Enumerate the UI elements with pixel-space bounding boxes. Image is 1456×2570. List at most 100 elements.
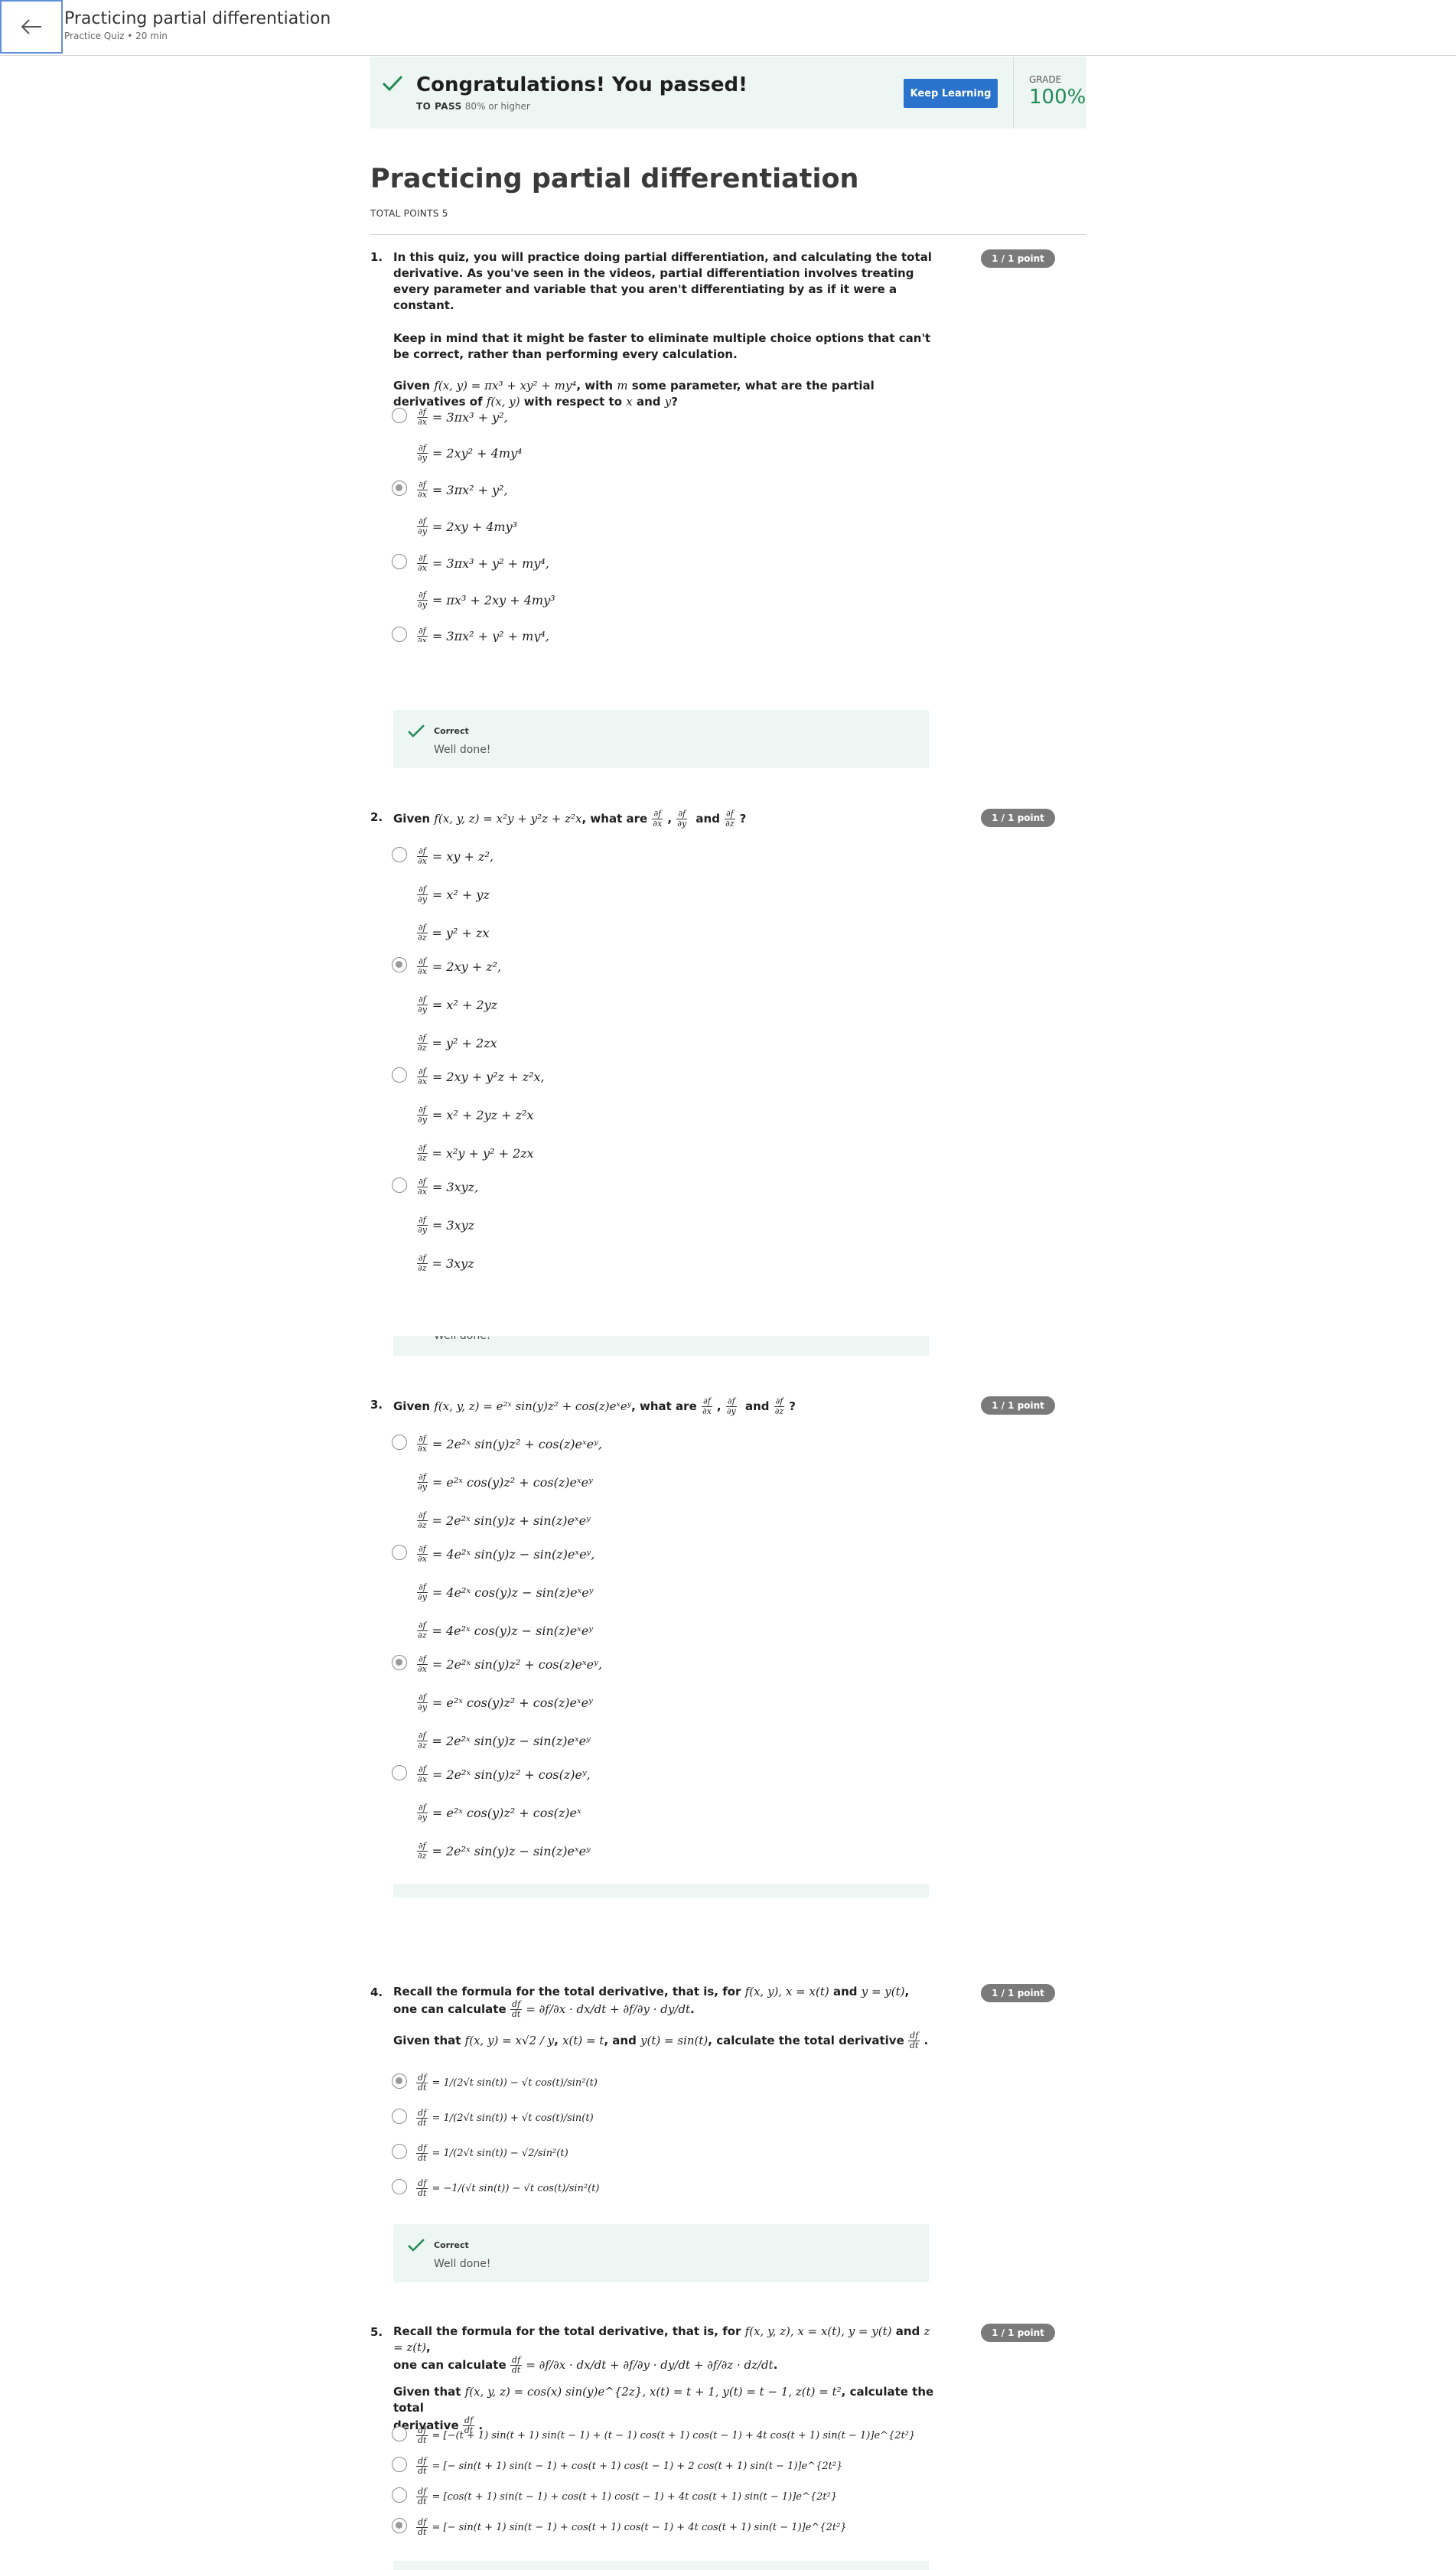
answer-radio[interactable] bbox=[392, 408, 407, 423]
answer-option: ∂f ∂y = x² + 2yz bbox=[417, 995, 498, 1015]
feedback-text: Well done! bbox=[434, 2258, 491, 2270]
arrow-left-icon bbox=[21, 19, 41, 34]
answer-radio[interactable] bbox=[392, 847, 407, 862]
answer-radio[interactable] bbox=[392, 1435, 407, 1450]
answer-radio-selected[interactable] bbox=[392, 480, 407, 496]
answer-radio[interactable] bbox=[392, 2109, 407, 2124]
question-number: 2. bbox=[370, 810, 383, 824]
to-pass-info: TO PASS 80% or higher bbox=[416, 101, 530, 112]
answer-option: ∂f ∂z = y² + zx bbox=[416, 923, 490, 943]
divider bbox=[370, 234, 1086, 235]
question-number: 4. bbox=[370, 1985, 383, 1999]
question-paragraph: In this quiz, you will practice doing pa… bbox=[393, 250, 932, 312]
feedback-box: Correct Well done! bbox=[393, 710, 929, 768]
checkmark-icon bbox=[408, 725, 425, 738]
feedback-box bbox=[393, 1884, 929, 1897]
answer-option: ∂f ∂z = 4e²ˣ cos(y)z − sin(z)eˣeʸ bbox=[416, 1621, 593, 1640]
answer-option: ∂f ∂x = 3πx² + y² + my⁴, bbox=[417, 626, 549, 642]
answer-radio[interactable] bbox=[392, 627, 407, 642]
answer-option: ∂f ∂z = y² + 2zx bbox=[416, 1033, 497, 1053]
points-badge: 1 / 1 point bbox=[981, 1396, 1055, 1415]
answer-option: ∂f ∂y = x² + 2yz + z²x bbox=[417, 1105, 534, 1125]
feedback-box bbox=[393, 2561, 929, 2570]
answer-radio[interactable] bbox=[392, 2457, 407, 2472]
top-bar: Practicing partial differentiation Pract… bbox=[0, 0, 1456, 56]
question-text: In this quiz, you will practice doing pa… bbox=[393, 249, 936, 410]
grade-value: 100% bbox=[1029, 86, 1086, 109]
answer-option: df dt = [−(t + 1) sin(t + 1) sin(t − 1) + … bbox=[416, 2425, 916, 2445]
checkmark-icon bbox=[408, 2239, 425, 2252]
points-badge: 1 / 1 point bbox=[981, 2324, 1055, 2342]
answer-radio-selected[interactable] bbox=[392, 1655, 407, 1670]
question-number: 5. bbox=[370, 2325, 383, 2339]
question-paragraph: Keep in mind that it might be faster to … bbox=[393, 331, 931, 361]
answer-option: ∂f ∂x = 3xyz, bbox=[417, 1177, 479, 1197]
question-prompt: Given f(x, y, z) = x²y + y²z + z²x, what… bbox=[393, 809, 747, 829]
answer-radio-selected[interactable] bbox=[392, 957, 407, 972]
to-pass-value: 80% or higher bbox=[464, 101, 530, 112]
answer-option: ∂f ∂x = 3πx³ + y² + my⁴, bbox=[417, 553, 549, 573]
answer-radio[interactable] bbox=[392, 2426, 407, 2441]
keep-learning-button[interactable]: Keep Learning bbox=[904, 79, 998, 108]
answer-option: ∂f ∂y = e²ˣ cos(y)z² + cos(z)eˣ bbox=[417, 1803, 581, 1822]
feedback-title: Correct bbox=[434, 726, 469, 736]
answer-option: ∂f ∂y = e²ˣ cos(y)z² + cos(z)eˣeʸ bbox=[417, 1692, 593, 1712]
answer-option: df dt = 1/(2√t sin(t)) − √t cos(t)/sin²(t) bbox=[416, 2073, 598, 2093]
answer-radio[interactable] bbox=[392, 554, 407, 569]
answer-option: ∂f ∂x = 2e²ˣ sin(y)z² + cos(z)eʸ, bbox=[417, 1764, 591, 1784]
feedback-title: Correct bbox=[434, 2240, 469, 2250]
back-button[interactable] bbox=[0, 0, 63, 54]
total-points: TOTAL POINTS 5 bbox=[370, 208, 448, 219]
grade-label: GRADE bbox=[1029, 74, 1062, 85]
feedback-box: Correct Well done! bbox=[393, 2224, 929, 2282]
answer-option: ∂f ∂y = 3xyz bbox=[417, 1215, 475, 1235]
answer-radio-selected[interactable] bbox=[392, 2518, 407, 2533]
answer-radio[interactable] bbox=[392, 1178, 407, 1193]
answer-option: ∂f ∂z = 2e²ˣ sin(y)z − sin(z)eˣeʸ bbox=[416, 1841, 591, 1861]
answer-option: df dt = 1/(2√t sin(t)) − √2/sin²(t) bbox=[416, 2143, 568, 2163]
answer-option: df dt = [− sin(t + 1) sin(t − 1) + cos(t +… bbox=[416, 2517, 847, 2537]
feedback-box: Well done! bbox=[393, 1336, 929, 1356]
answer-option: df dt = −1/(√t sin(t)) − √t cos(t)/sin²(t) bbox=[416, 2178, 600, 2198]
answer-option: df dt = [cos(t + 1) sin(t − 1) + cos(t + 1… bbox=[416, 2487, 838, 2506]
divider bbox=[1013, 57, 1014, 129]
answer-radio[interactable] bbox=[392, 2179, 407, 2194]
app-title: Practicing partial differentiation bbox=[64, 9, 331, 28]
quiz-title: Practicing partial differentiation bbox=[370, 164, 859, 194]
answer-option: ∂f ∂y = 2xy² + 4my⁴ bbox=[417, 443, 523, 463]
answer-radio[interactable] bbox=[392, 2144, 407, 2159]
answer-option: ∂f ∂x = 2e²ˣ sin(y)z² + cos(z)eˣeʸ, bbox=[417, 1654, 602, 1674]
answer-option: ∂f ∂y = πx³ + 2xy + 4my³ bbox=[417, 590, 555, 610]
feedback-text: Well done! bbox=[434, 1336, 491, 1342]
answer-option: df dt = 1/(2√t sin(t)) + √t cos(t)/sin(t) bbox=[416, 2108, 594, 2128]
to-pass-label: TO PASS bbox=[416, 101, 462, 112]
answer-option: ∂f ∂y = x² + yz bbox=[417, 884, 490, 904]
question-prompt: Recall the formula for the total derivat… bbox=[393, 1985, 929, 2050]
answer-option: ∂f ∂x = 2xy + y²z + z²x, bbox=[417, 1067, 545, 1086]
question-prompt: Given f(x, y, z) = e²ˣ sin(y)z² + cos(z)… bbox=[393, 1396, 796, 1416]
question-number: 1. bbox=[370, 250, 383, 264]
feedback-text: Well done! bbox=[434, 744, 491, 756]
answer-option: ∂f ∂z = x²y + y² + 2zx bbox=[416, 1143, 534, 1163]
answer-radio[interactable] bbox=[392, 1545, 407, 1560]
answer-option: ∂f ∂x = 3πx² + y², bbox=[417, 480, 508, 500]
answer-radio[interactable] bbox=[392, 1765, 407, 1780]
answer-radio-selected[interactable] bbox=[392, 2073, 407, 2089]
answer-option: ∂f ∂x = 2xy + z², bbox=[417, 956, 502, 976]
answer-option: ∂f ∂z = 2e²ˣ sin(y)z − sin(z)eˣeʸ bbox=[416, 1731, 591, 1751]
answer-option: ∂f ∂x = 2e²ˣ sin(y)z² + cos(z)eˣeʸ, bbox=[417, 1434, 602, 1454]
answer-radio[interactable] bbox=[392, 2487, 407, 2503]
app-subtitle: Practice Quiz • 20 min bbox=[64, 31, 168, 41]
passed-banner: Congratulations! You passed! TO PASS 80% … bbox=[370, 57, 1086, 129]
points-badge: 1 / 1 point bbox=[981, 1984, 1055, 2002]
answer-radio[interactable] bbox=[392, 1067, 407, 1083]
points-badge: 1 / 1 point bbox=[981, 249, 1055, 268]
question-prompt: Given f(x, y) = πx³ + xy² + my⁴, with m … bbox=[393, 379, 875, 409]
answer-option: ∂f ∂z = 3xyz bbox=[416, 1253, 474, 1273]
answer-option: ∂f ∂x = xy + z², bbox=[417, 846, 493, 866]
points-badge: 1 / 1 point bbox=[981, 809, 1055, 827]
answer-option: ∂f ∂x = 4e²ˣ sin(y)z − sin(z)eˣeʸ, bbox=[417, 1544, 595, 1564]
checkmark-icon bbox=[382, 75, 403, 92]
answer-option: ∂f ∂x = 3πx³ + y², bbox=[417, 407, 508, 427]
answer-option: ∂f ∂y = 4e²ˣ cos(y)z − sin(z)eˣeʸ bbox=[417, 1582, 594, 1602]
